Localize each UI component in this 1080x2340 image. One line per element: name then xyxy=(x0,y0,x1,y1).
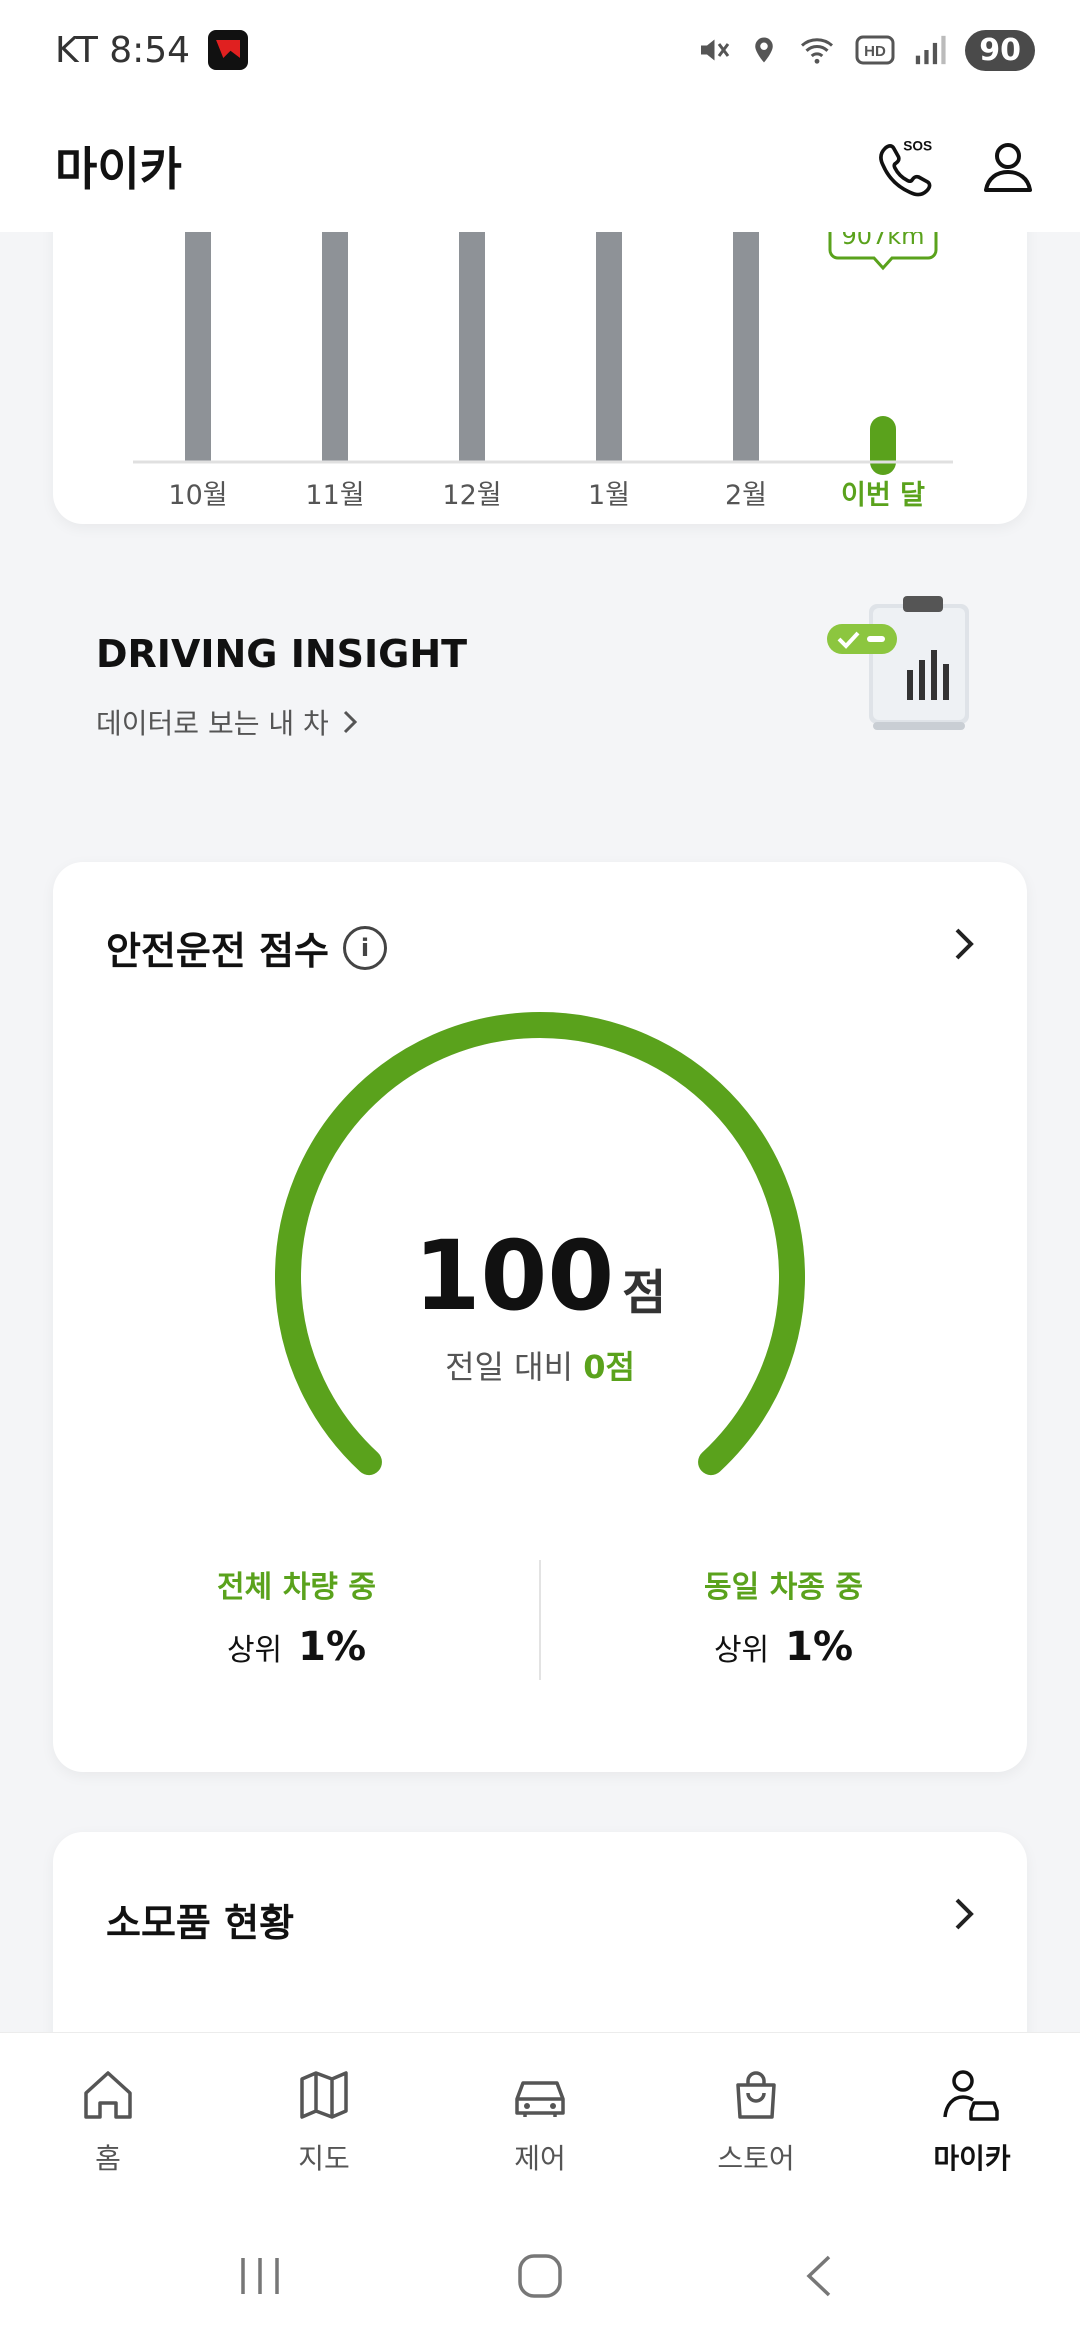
signal-icon xyxy=(916,35,946,65)
rank-same-value: 1% xyxy=(785,1624,854,1670)
nav-item-map[interactable]: 지도 xyxy=(216,2033,432,2212)
svg-text:HD: HD xyxy=(864,43,886,60)
safety-score-header: 안전운전 점수 i xyxy=(106,920,387,975)
month-bar xyxy=(596,232,622,462)
chevron-right-icon[interactable] xyxy=(943,1892,987,1936)
consumables-title: 소모품 현황 xyxy=(106,1901,295,1945)
status-right: HD 90 xyxy=(695,29,1035,71)
chevron-right-icon[interactable] xyxy=(943,922,987,966)
driving-insight-banner[interactable]: DRIVING INSIGHT 데이터로 보는 내 차 xyxy=(53,592,1027,792)
month-bar xyxy=(185,232,211,462)
safety-score-title: 안전운전 점수 xyxy=(106,929,329,973)
rank-same-label: 동일 차종 중 xyxy=(704,1570,863,1605)
carrier-time: KT 8:54 xyxy=(55,29,191,71)
status-left: KT 8:54 xyxy=(55,29,249,71)
safety-score-card[interactable]: 안전운전 점수 i 100 점 전일 대비 0점 전체 차량 중 상위 1% 동… xyxy=(53,862,1027,1772)
month-bar xyxy=(459,232,485,462)
month-bar xyxy=(733,232,759,462)
safety-score-unit: 점 xyxy=(622,1265,667,1321)
home-button-icon[interactable] xyxy=(515,2251,565,2301)
nav-item-control[interactable]: 제어 xyxy=(432,2033,648,2212)
rank-all-value-row: 상위 1% xyxy=(53,1624,540,1670)
home-icon xyxy=(84,2071,132,2119)
current-month-bubble: 907km xyxy=(828,232,938,271)
rank-same-prefix: 상위 xyxy=(713,1633,770,1668)
hd-voice-icon: HD xyxy=(855,35,895,65)
shopping-bag-icon xyxy=(736,2071,776,2119)
status-bar: KT 8:54 HD 90 xyxy=(0,0,1080,100)
car-icon xyxy=(515,2081,565,2117)
insight-subtitle: 데이터로 보는 내 차 xyxy=(96,707,329,740)
nav-label: 홈 xyxy=(95,2142,121,2175)
clipboard-chart-illustration xyxy=(827,596,969,730)
compare-label: 전일 대비 xyxy=(445,1348,574,1386)
score-row: 100 점 xyxy=(260,1220,820,1332)
sos-call-button[interactable]: SOS xyxy=(872,134,936,198)
current-month-bubble-label: 907km xyxy=(841,232,924,250)
bottom-nav: 홈 지도 제어 스토어 마이카 xyxy=(0,2032,1080,2212)
recent-apps-icon[interactable] xyxy=(235,2254,285,2298)
month-label: 12월 xyxy=(442,480,501,511)
rank-same-value-row: 상위 1% xyxy=(540,1624,1027,1670)
mileage-chart-card[interactable]: 10월 11월 12월 1월 2월 이번 달 907km xyxy=(53,232,1027,524)
rank-all-prefix: 상위 xyxy=(226,1633,283,1668)
mute-icon xyxy=(701,39,730,61)
month-label: 1월 xyxy=(588,480,630,511)
month-label: 11월 xyxy=(305,480,364,511)
nav-item-mycar[interactable]: 마이카 xyxy=(864,2033,1080,2212)
safety-score-value: 100 xyxy=(413,1220,615,1332)
chevron-right-icon xyxy=(343,710,357,734)
profile-button[interactable] xyxy=(976,134,1040,198)
nav-label: 마이카 xyxy=(933,2142,1011,2175)
insight-link[interactable]: 데이터로 보는 내 차 xyxy=(96,702,359,742)
person-icon xyxy=(984,143,1032,192)
map-icon xyxy=(300,2071,348,2119)
score-compare: 전일 대비 0점 xyxy=(260,1342,820,1388)
rank-all-label: 전체 차량 중 xyxy=(217,1570,376,1605)
back-icon[interactable] xyxy=(795,2251,845,2301)
header-actions: SOS xyxy=(872,134,1040,198)
info-icon[interactable]: i xyxy=(343,925,387,970)
notification-app-icon xyxy=(208,30,249,70)
rank-same-model: 동일 차종 중 상위 1% xyxy=(540,1562,1027,1670)
app-header: 마이카 SOS xyxy=(0,100,1080,232)
battery-level: 90 xyxy=(965,29,1035,71)
rank-all-vehicles: 전체 차량 중 상위 1% xyxy=(53,1562,540,1670)
nav-label: 스토어 xyxy=(717,2142,795,2175)
month-label: 2월 xyxy=(725,480,767,511)
month-bar xyxy=(322,232,348,462)
nav-item-home[interactable]: 홈 xyxy=(0,2033,216,2212)
mileage-bar-chart: 10월 11월 12월 1월 2월 이번 달 907km xyxy=(133,232,953,511)
insight-title: DRIVING INSIGHT xyxy=(96,632,468,676)
month-label: 이번 달 xyxy=(841,480,925,511)
rank-all-value: 1% xyxy=(298,1624,367,1670)
system-nav-bar xyxy=(0,2212,1080,2340)
svg-text:SOS: SOS xyxy=(903,138,932,153)
person-car-icon xyxy=(943,2070,999,2121)
nav-label: 지도 xyxy=(298,2142,350,2175)
nav-item-store[interactable]: 스토어 xyxy=(648,2033,864,2212)
location-icon xyxy=(755,37,773,63)
compare-value: 0점 xyxy=(583,1348,635,1386)
month-bar xyxy=(870,416,896,475)
month-label: 10월 xyxy=(168,480,227,511)
safety-score-gauge: 100 점 전일 대비 0점 xyxy=(260,1012,820,1532)
wifi-icon xyxy=(801,38,834,64)
content-area[interactable]: 10월 11월 12월 1월 2월 이번 달 907km DRIVING INSIGHT … xyxy=(0,232,1080,2032)
page-title: 마이카 xyxy=(55,142,182,196)
sos-phone-icon: SOS xyxy=(879,138,932,197)
nav-label: 제어 xyxy=(514,2142,566,2175)
consumables-card[interactable]: 소모품 현황 xyxy=(53,1832,1027,2032)
